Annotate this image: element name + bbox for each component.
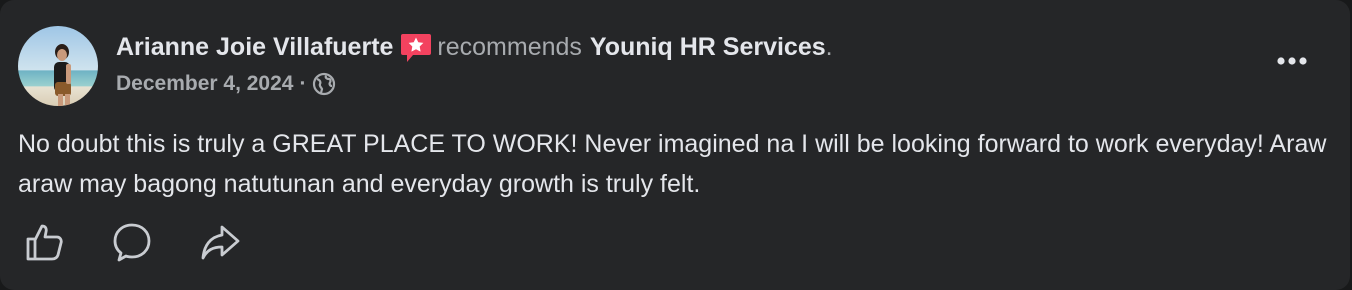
comment-button[interactable]	[110, 220, 154, 264]
recommends-text: recommends	[437, 33, 582, 61]
meta-separator: ·	[299, 72, 307, 95]
page-name-link[interactable]: Youniq HR Services	[590, 31, 826, 63]
comment-icon	[113, 223, 151, 262]
share-icon	[201, 225, 240, 260]
post-body: No doubt this is truly a GREAT PLACE TO …	[18, 130, 1327, 198]
post-title-line: Arianne Joie Villafuerte recommends Youn…	[116, 30, 833, 64]
post-date[interactable]: December 4, 2024	[116, 72, 293, 96]
share-button[interactable]	[198, 220, 242, 264]
recommend-badge-icon	[399, 31, 433, 65]
post-meta: December 4, 2024 ·	[116, 72, 833, 96]
avatar-image	[18, 26, 98, 106]
title-period: .	[825, 33, 833, 61]
post-header: Arianne Joie Villafuerte recommends Youn…	[116, 30, 833, 96]
post-actions	[22, 220, 242, 264]
more-options-icon	[1277, 57, 1307, 65]
like-button[interactable]	[22, 220, 66, 264]
more-options-button[interactable]	[1274, 46, 1310, 76]
avatar[interactable]	[18, 26, 98, 106]
globe-icon[interactable]	[312, 72, 336, 96]
author-name[interactable]: Arianne Joie Villafuerte	[116, 31, 393, 63]
like-icon	[26, 224, 63, 261]
review-post-card: Arianne Joie Villafuerte recommends Youn…	[0, 0, 1350, 290]
